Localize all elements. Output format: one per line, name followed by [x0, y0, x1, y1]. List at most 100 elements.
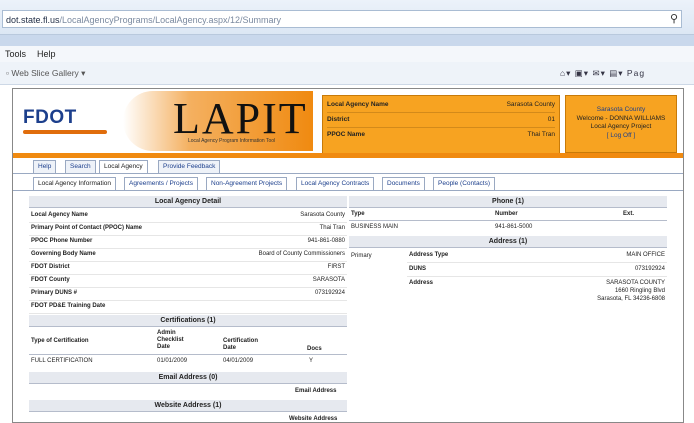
detail-value: 941-861-0880 [307, 238, 345, 244]
detail-value: 073192924 [314, 290, 345, 296]
browser-menu-bar: Tools Help [0, 46, 694, 62]
cert-col-admin: Admin Checklist Date [157, 330, 184, 350]
browser-address-bar-area: dot.state.fl.us/LocalAgencyPrograms/Loca… [0, 0, 694, 35]
info-ppoc-row: PPOC Name Thai Tran [327, 128, 555, 142]
phone-type-value: BUSINESS MAIN [351, 224, 399, 230]
detail-row: Local Agency Name Sarasota County [29, 209, 347, 223]
detail-row: Governing Body Name Board of County Commi… [29, 248, 347, 262]
detail-label: FDOT PD&E Training Date [31, 303, 106, 309]
info-district-label: District [327, 116, 350, 123]
subtab-local-agency-information[interactable]: Local Agency Information [33, 177, 116, 191]
address-type-row: Address Type MAIN OFFICE [407, 249, 667, 263]
page-menu[interactable]: Pag [627, 68, 645, 78]
detail-value: Sarasota County [300, 212, 345, 218]
subtab-people-contacts[interactable]: People (Contacts) [433, 177, 496, 191]
address-domain: dot.state.fl.us [6, 15, 60, 25]
website-header: Website Address (1) [29, 400, 347, 412]
web-slice-gallery-link[interactable]: ▫ Web Slice Gallery ▾ [6, 62, 85, 84]
menu-help[interactable]: Help [37, 49, 56, 59]
detail-row: PPOC Phone Number 941-861-0880 [29, 235, 347, 249]
subtab-non-agreement-projects[interactable]: Non-Agreement Projects [206, 177, 288, 191]
address-duns-row: DUNS 073192924 [407, 263, 667, 277]
favorites-bar: ▫ Web Slice Gallery ▾ ⌂▾ ▣▾ ✉▾ ▤▾ Pag [0, 62, 694, 85]
phone-col-ext: Ext. [623, 211, 635, 217]
address-duns-value: 073192924 [634, 266, 665, 272]
subtab-local-agency-contracts[interactable]: Local Agency Contracts [296, 177, 375, 191]
welcome-county: Sarasota County [596, 106, 646, 113]
browser-tab-strip [0, 35, 694, 46]
address-line-3: Sarasota, FL 34236-6808 [597, 296, 665, 302]
subtab-agreements-projects[interactable]: Agreements / Projects [124, 177, 198, 191]
detail-label: Local Agency Name [31, 212, 88, 218]
detail-row: FDOT County SARASOTA [29, 274, 347, 288]
welcome-box: Sarasota County Welcome - DONNA WILLIAMS… [565, 95, 677, 153]
info-agency-row: Local Agency Name Sarasota County [327, 98, 555, 113]
cert-col-type: Type of Certification [31, 338, 89, 344]
phone-col-number: Number [495, 211, 518, 217]
address-type-value: MAIN OFFICE [626, 252, 665, 258]
tab-search[interactable]: Search [65, 160, 96, 174]
menu-tools[interactable]: Tools [5, 49, 26, 59]
tab-help[interactable]: Help [33, 160, 57, 174]
tab-provide-feedback[interactable]: Provide Feedback [158, 160, 221, 174]
cert-col-cert-date: Certification Date [223, 338, 259, 351]
address-primary: Primary [351, 253, 372, 259]
print-icon[interactable]: ▤▾ [609, 68, 623, 78]
welcome-project: Local Agency Project [590, 123, 652, 130]
cert-docs-value[interactable]: Y [309, 358, 313, 364]
detail-label: PPOC Phone Number [31, 238, 93, 244]
local-agency-detail-header: Local Agency Detail [29, 196, 347, 208]
home-icon[interactable]: ⌂▾ [560, 68, 571, 78]
detail-value: FIRST [327, 264, 345, 270]
info-agency-label: Local Agency Name [327, 101, 389, 108]
detail-value: Board of County Commissioners [258, 251, 345, 257]
sub-nav-divider [13, 190, 683, 191]
cert-type-value: FULL CERTIFICATION [31, 358, 93, 364]
logoff-link[interactable]: [ Log Off ] [566, 132, 676, 141]
email-col: Email Address [295, 388, 337, 394]
phone-col-type: Type [351, 211, 365, 217]
detail-row: FDOT District FIRST [29, 261, 347, 275]
fdot-logo-text: FDOT [23, 107, 77, 128]
search-icon[interactable]: ⚲ [667, 10, 681, 28]
mail-icon[interactable]: ✉▾ [592, 68, 605, 78]
info-district-value: 01 [547, 116, 555, 123]
phone-header: Phone (1) [349, 196, 667, 208]
info-ppoc-label: PPOC Name [327, 131, 365, 138]
info-district-row: District 01 [327, 113, 555, 128]
address-input[interactable]: dot.state.fl.us/LocalAgencyPrograms/Loca… [2, 10, 682, 28]
web-slice-icon: ▫ [6, 68, 10, 78]
address-path: /LocalAgencyPrograms/LocalAgency.aspx/12… [59, 15, 281, 25]
address-label: Address [409, 280, 434, 286]
app-subtitle: Local Agency Program Information Tool [188, 138, 276, 144]
detail-label: Primary DUNS # [31, 290, 78, 296]
detail-label: Primary Point of Contact (PPOC) Name [31, 225, 143, 231]
subtab-documents[interactable]: Documents [382, 177, 425, 191]
address-header: Address (1) [349, 236, 667, 248]
detail-value: Thai Tran [319, 225, 345, 231]
agency-info-box: Local Agency Name Sarasota County Distric… [322, 95, 560, 155]
website-col: Website Address [289, 416, 338, 422]
address-type-label: Address Type [409, 252, 449, 258]
tab-local-agency[interactable]: Local Agency [99, 160, 148, 174]
detail-row: Primary DUNS # 073192924 [29, 287, 347, 301]
feeds-icon[interactable]: ▣▾ [575, 68, 589, 78]
cert-divider [29, 354, 347, 355]
command-bar: ⌂▾ ▣▾ ✉▾ ▤▾ Pag [560, 62, 645, 84]
top-nav-divider [13, 173, 683, 174]
cert-date-value: 04/01/2009 [223, 358, 254, 364]
web-slice-gallery-label: Web Slice Gallery ▾ [11, 68, 86, 78]
email-header: Email Address (0) [29, 372, 347, 384]
detail-label: FDOT District [31, 264, 70, 270]
cert-col-docs: Docs [307, 346, 322, 352]
detail-row: FDOT PD&E Training Date [29, 300, 347, 314]
address-line-1: SARASOTA COUNTY [606, 280, 665, 286]
detail-value: SARASOTA [312, 277, 345, 283]
top-nav: Help Search Local Agency Provide Feedbac… [13, 160, 683, 174]
fdot-logo[interactable]: FDOT [23, 107, 107, 134]
phone-divider [349, 220, 667, 221]
lapit-site: FDOT LAPIT Local Agency Program Informat… [12, 88, 684, 423]
fdot-swoosh [23, 130, 107, 134]
address-line-2: 1660 Ringling Blvd [614, 288, 665, 294]
header-orange-bar [13, 153, 683, 158]
